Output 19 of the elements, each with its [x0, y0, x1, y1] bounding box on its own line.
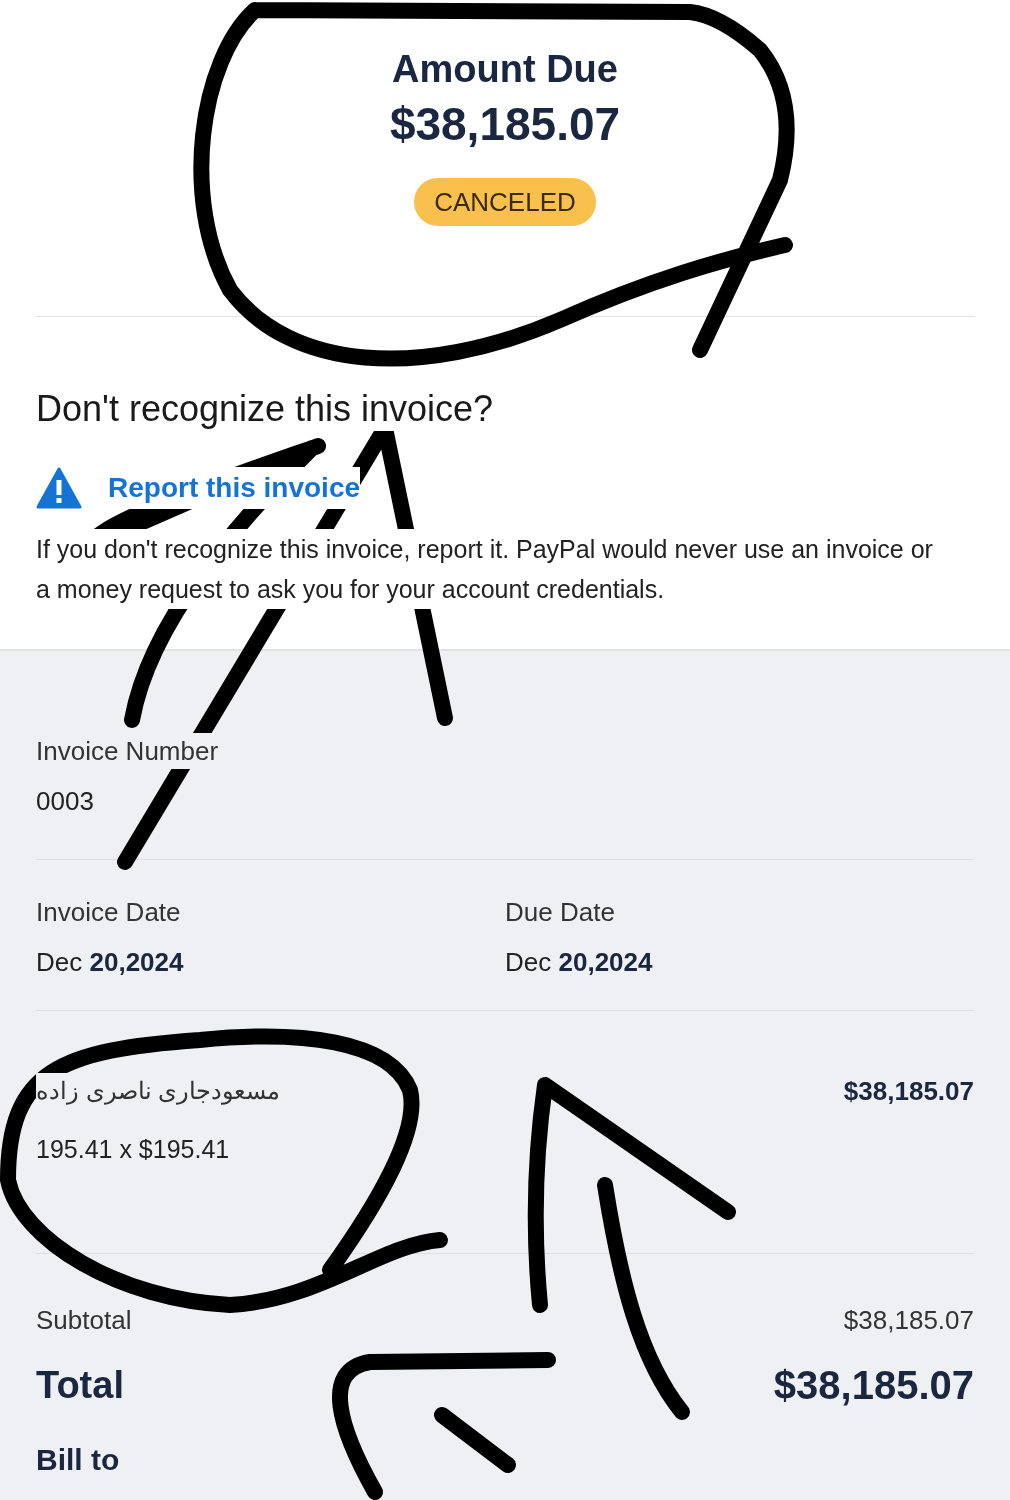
warning-icon: [36, 467, 82, 509]
subtotal-value: $38,185.07: [843, 1304, 974, 1337]
item-quantity: 195.41 x $195.41: [36, 1134, 231, 1165]
status-badge: CANCELED: [414, 178, 596, 226]
invoice-number-value: 0003: [36, 785, 95, 818]
warning-text: If you don't recognize this invoice, report it. PayPal would never use an invoice or a money request to ask you for your account credentials.: [36, 529, 936, 609]
total-value: $38,185.07: [773, 1362, 974, 1409]
report-invoice-link[interactable]: Report this invoice: [108, 467, 361, 509]
date-value: Dec 20,2024: [505, 946, 654, 979]
item-amount: $38,185.07: [843, 1075, 974, 1108]
date-label: Due Date: [505, 896, 616, 929]
total-label: Total: [36, 1363, 124, 1408]
bill-to-label: Bill to: [36, 1442, 121, 1478]
amount-due-label: Amount Due: [392, 47, 618, 92]
date-label: Invoice Date: [36, 896, 182, 929]
date-value: Dec 20,2024: [36, 946, 185, 979]
subtotal-label: Subtotal: [36, 1304, 132, 1337]
invoice-number-label: Invoice Number: [36, 733, 219, 769]
amount-due-value: $38,185.07: [389, 97, 621, 152]
